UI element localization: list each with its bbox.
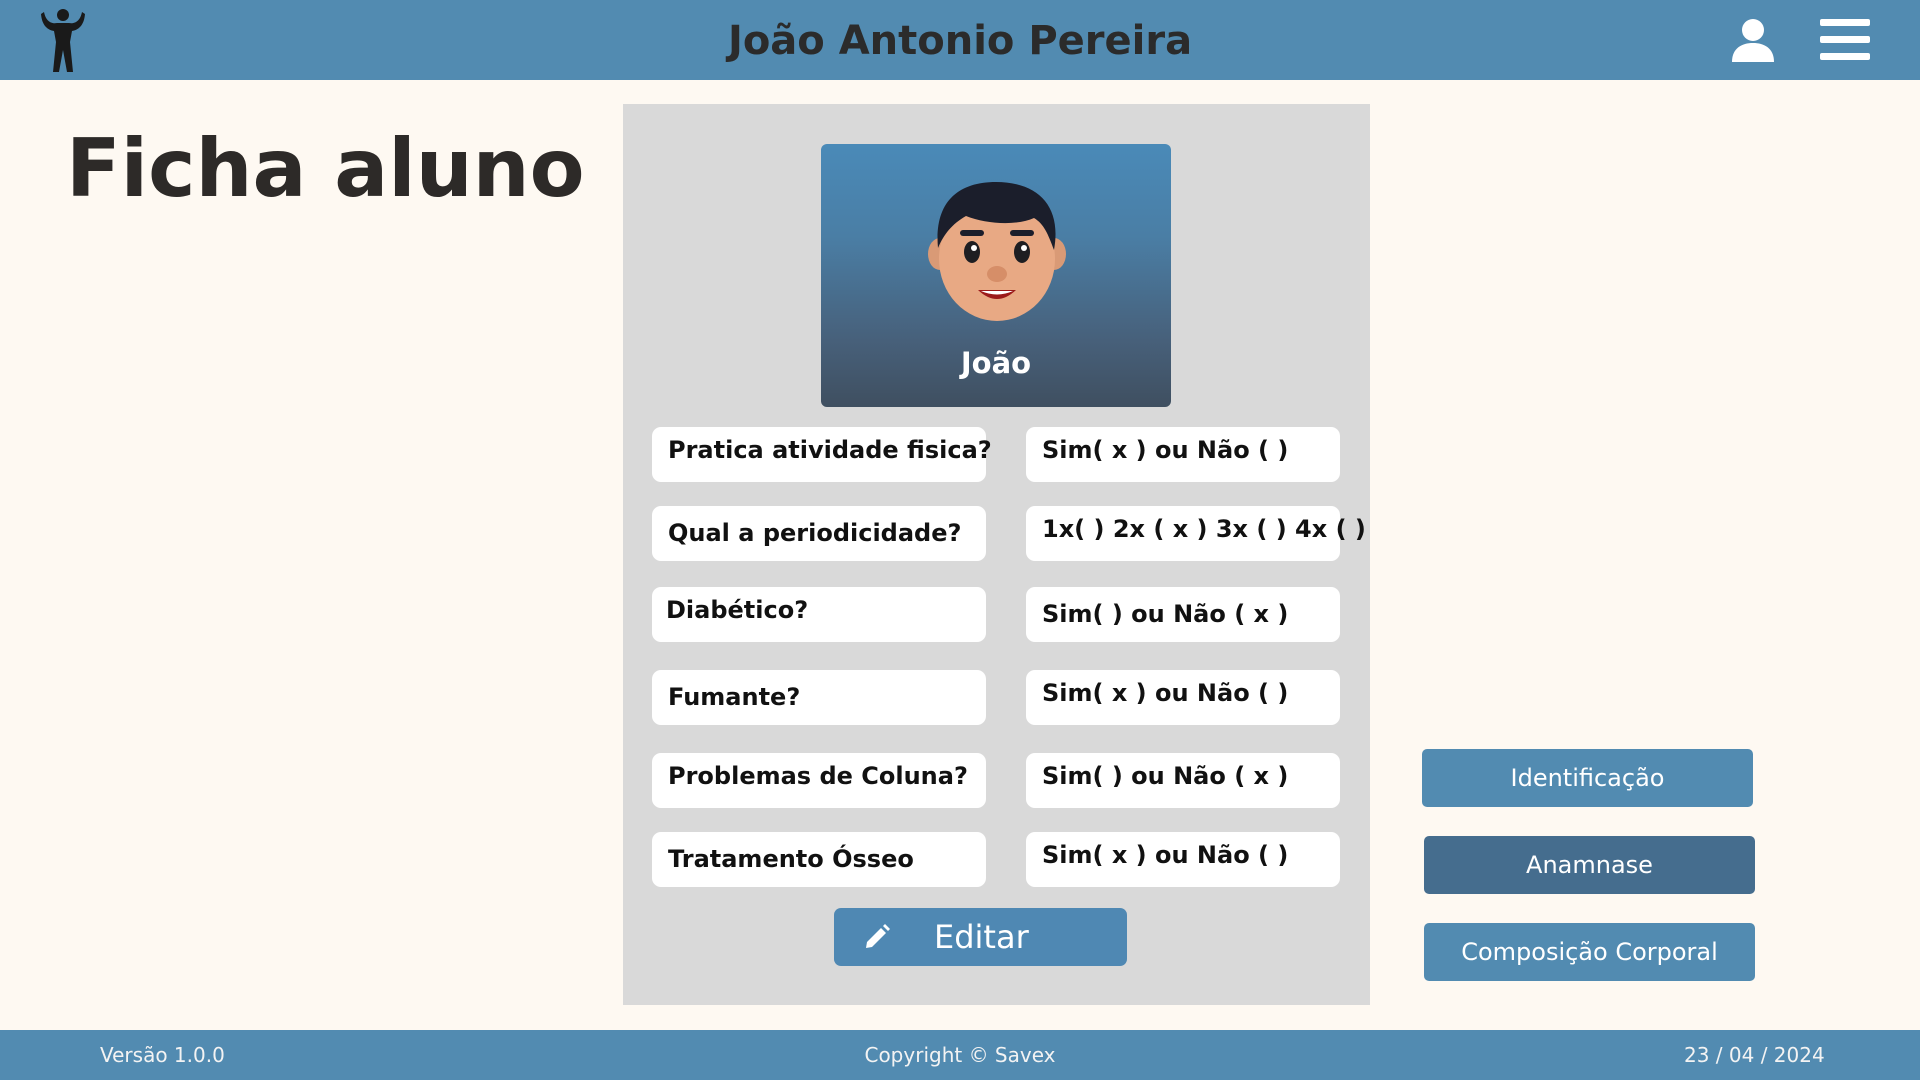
answer-field: Sim( ) ou Não ( x ) bbox=[1026, 587, 1340, 642]
pencil-icon bbox=[866, 924, 890, 948]
answer-field: 1x( ) 2x ( x ) 3x ( ) 4x ( ) bbox=[1026, 506, 1366, 561]
identificacao-button[interactable]: Identificação bbox=[1422, 749, 1753, 807]
question-field: Fumante? bbox=[652, 670, 986, 725]
user-icon[interactable] bbox=[1730, 18, 1776, 62]
date-label: 23 / 04 / 2024 bbox=[1684, 1043, 1825, 1067]
profile-card: João bbox=[821, 144, 1171, 407]
profile-name: João bbox=[960, 346, 1032, 380]
question-field: Diabético? bbox=[652, 587, 986, 642]
copyright-label: Copyright © Savex bbox=[864, 1043, 1056, 1067]
answer-field: Sim( ) ou Não ( x ) bbox=[1026, 753, 1340, 808]
question-field: Tratamento Ósseo bbox=[652, 832, 986, 887]
edit-button-label: Editar bbox=[934, 918, 1029, 956]
answer-field: Sim( x ) ou Não ( ) bbox=[1026, 427, 1340, 482]
answer-field: Sim( x ) ou Não ( ) bbox=[1026, 832, 1340, 887]
question-field: Pratica atividade fisica? bbox=[652, 427, 992, 482]
question-field: Qual a periodicidade? bbox=[652, 506, 986, 561]
hamburger-menu-icon[interactable] bbox=[1820, 18, 1870, 62]
anamnese-button[interactable]: Anamnase bbox=[1424, 836, 1755, 894]
footer: Versão 1.0.0 Copyright © Savex 23 / 04 /… bbox=[0, 1030, 1920, 1080]
boy-avatar-icon bbox=[928, 182, 1066, 321]
header-title: João Antonio Pereira bbox=[727, 18, 1193, 64]
edit-button[interactable]: Editar bbox=[834, 908, 1127, 966]
answer-field: Sim( x ) ou Não ( ) bbox=[1026, 670, 1340, 725]
question-field: Problemas de Coluna? bbox=[652, 753, 986, 808]
page-title: Ficha aluno bbox=[66, 122, 585, 215]
top-bar: João Antonio Pereira bbox=[0, 0, 1920, 80]
composicao-corporal-button[interactable]: Composição Corporal bbox=[1424, 923, 1755, 981]
